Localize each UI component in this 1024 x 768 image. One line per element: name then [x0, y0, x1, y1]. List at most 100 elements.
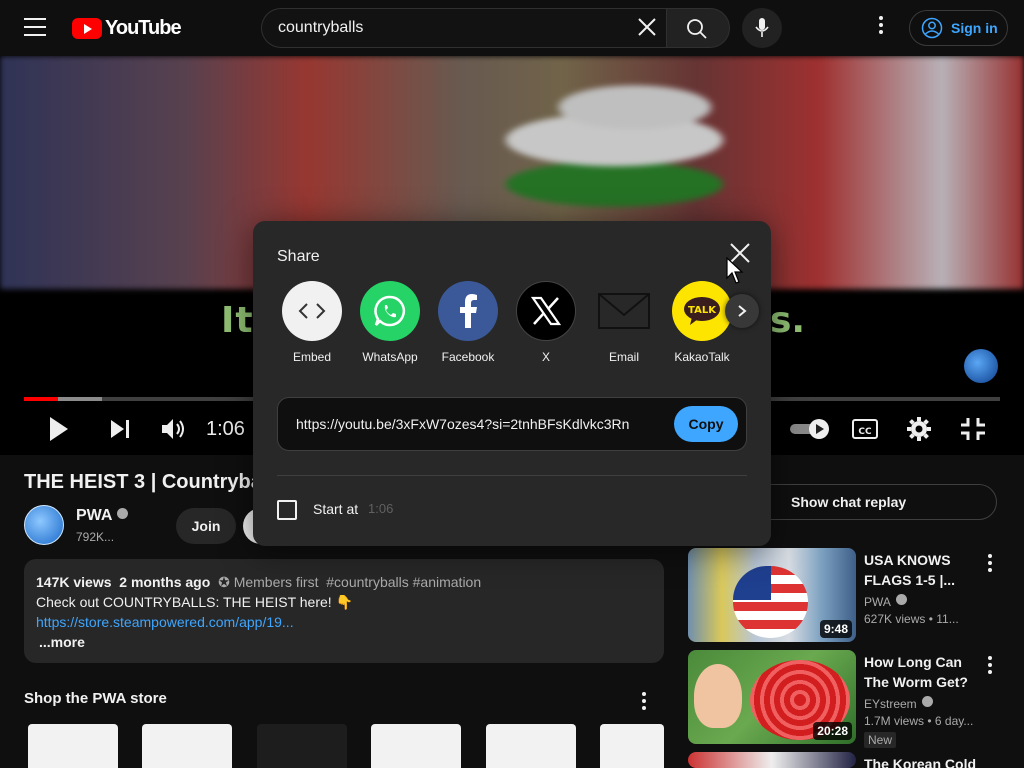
video-meta: 627K views • 11... [864, 612, 959, 626]
channel-watermark[interactable] [964, 349, 998, 383]
search-button[interactable] [666, 8, 730, 48]
product-item[interactable] [28, 724, 118, 768]
share-target-label: KakaoTalk [674, 350, 730, 364]
top-bar: YouTube Sign in [0, 0, 1024, 56]
svg-text:TALK: TALK [688, 305, 717, 316]
description-text: Check out COUNTRYBALLS: THE HEIST here! … [36, 594, 353, 610]
description-meta: 147K views 2 months ago ✪ Members first … [36, 574, 482, 590]
youtube-play-icon [72, 17, 102, 39]
volume-icon[interactable] [158, 413, 188, 445]
email-icon [594, 281, 654, 341]
new-badge: New [864, 732, 897, 748]
search-input[interactable] [278, 9, 618, 47]
start-at-checkbox[interactable] [277, 500, 297, 520]
video-title: USA KNOWS FLAGS 1-5 |... [864, 552, 956, 588]
play-icon[interactable] [44, 413, 72, 445]
chevron-right-icon [738, 305, 747, 317]
share-dialog-title: Share [277, 248, 320, 265]
product-item[interactable] [486, 724, 576, 768]
share-whatsapp-button[interactable]: WhatsApp [353, 281, 427, 364]
voice-search-button[interactable] [742, 8, 782, 48]
share-target-label: Embed [292, 350, 332, 364]
sign-in-label: Sign in [951, 20, 998, 36]
share-target-label: Facebook [441, 350, 495, 364]
share-kakaotalk-button[interactable]: TALK KakaoTalk [665, 281, 739, 364]
search-box [261, 8, 666, 48]
time-display: 1:06 [206, 418, 245, 440]
share-email-button[interactable]: Email [587, 281, 661, 364]
video-subtitle-right: s. [770, 300, 806, 341]
hamburger-menu-icon[interactable] [24, 18, 46, 38]
autoplay-toggle-icon[interactable] [788, 413, 832, 445]
list-item[interactable]: 20:28 How Long Can The Worm Get? EYstree… [688, 650, 1008, 748]
channel-name[interactable]: PWA [76, 507, 129, 525]
verified-icon [921, 696, 933, 707]
channel-name: EYstreem [864, 696, 933, 711]
clear-search-icon[interactable] [634, 14, 660, 40]
join-button[interactable]: Join [176, 508, 236, 544]
video-thumbnail: 20:28 [688, 650, 856, 744]
shop-menu-icon[interactable] [634, 690, 654, 710]
divider [277, 475, 747, 476]
share-target-label: WhatsApp [362, 350, 418, 364]
copy-button[interactable]: Copy [674, 406, 738, 442]
settings-gear-icon[interactable] [905, 413, 933, 445]
subscriber-count: 792K... [76, 530, 115, 544]
progress-played [24, 397, 59, 401]
share-url-field[interactable]: https://youtu.be/3xFxW7ozes4?si=2tnhBFsK… [277, 397, 747, 451]
channel-name: PWA [864, 594, 907, 609]
verified-icon [895, 594, 907, 605]
microphone-icon [755, 18, 769, 37]
share-facebook-button[interactable]: Facebook [431, 281, 505, 364]
exit-fullscreen-icon[interactable] [959, 413, 987, 445]
video-menu-icon[interactable] [980, 552, 1000, 572]
avatar[interactable] [24, 505, 64, 545]
next-video-icon[interactable] [106, 413, 134, 445]
product-item[interactable] [600, 724, 664, 768]
list-item[interactable]: 9:48 USA KNOWS FLAGS 1-5 |... PWA 627K v… [688, 548, 1008, 642]
product-item[interactable] [142, 724, 232, 768]
share-embed-button[interactable]: Embed [275, 281, 349, 364]
product-item[interactable] [257, 724, 347, 768]
video-title: How Long Can The Worm Get? [864, 654, 968, 690]
description-box[interactable]: 147K views 2 months ago ✪ Members first … [24, 559, 664, 663]
share-dialog: Share Embed WhatsApp Facebook X Email TA… [253, 221, 771, 546]
share-target-label: Email [608, 350, 639, 364]
video-title: THE HEIST 3 | Countryballs [24, 471, 285, 493]
logo-text: YouTube [105, 16, 182, 39]
video-thumbnail [688, 752, 856, 768]
description-link[interactable]: https://store.steampowered.com/app/19... [36, 612, 652, 632]
search-icon [687, 19, 707, 39]
duration-badge: 20:28 [813, 722, 852, 740]
embed-icon [282, 281, 342, 341]
facebook-icon [438, 281, 498, 341]
start-at-time: 1:06 [368, 501, 394, 516]
share-target-label: X [541, 350, 550, 364]
more-button[interactable]: ...more [36, 632, 652, 652]
video-menu-icon[interactable] [980, 654, 1000, 674]
sign-in-button[interactable]: Sign in [909, 10, 1008, 46]
share-next-button[interactable] [725, 294, 759, 328]
video-subtitle-left: It [221, 300, 254, 341]
video-meta: 1.7M views • 6 day... [864, 714, 974, 728]
share-x-button[interactable]: X [509, 281, 583, 364]
start-at-label[interactable]: Start at [313, 501, 358, 517]
product-item[interactable] [371, 724, 461, 768]
video-thumbnail: 9:48 [688, 548, 856, 642]
share-url[interactable]: https://youtu.be/3xFxW7ozes4?si=2tnhBFsK… [296, 416, 629, 432]
x-icon [516, 281, 576, 341]
duration-badge: 9:48 [819, 620, 852, 638]
list-item[interactable]: The Korean Cold [688, 752, 1008, 768]
settings-more-icon[interactable] [869, 16, 893, 40]
kakaotalk-icon: TALK [672, 281, 732, 341]
account-icon [921, 17, 943, 39]
video-title: The Korean Cold [864, 756, 977, 768]
shop-title: Shop the PWA store [24, 690, 167, 707]
svg-text:CC: CC [858, 427, 872, 437]
youtube-logo[interactable]: YouTube [72, 16, 182, 39]
subtitles-icon[interactable]: CC [851, 413, 879, 445]
verified-icon [117, 508, 129, 519]
whatsapp-icon [360, 281, 420, 341]
mouse-cursor-icon [726, 257, 744, 284]
show-chat-replay-button[interactable]: Show chat replay [743, 484, 997, 520]
